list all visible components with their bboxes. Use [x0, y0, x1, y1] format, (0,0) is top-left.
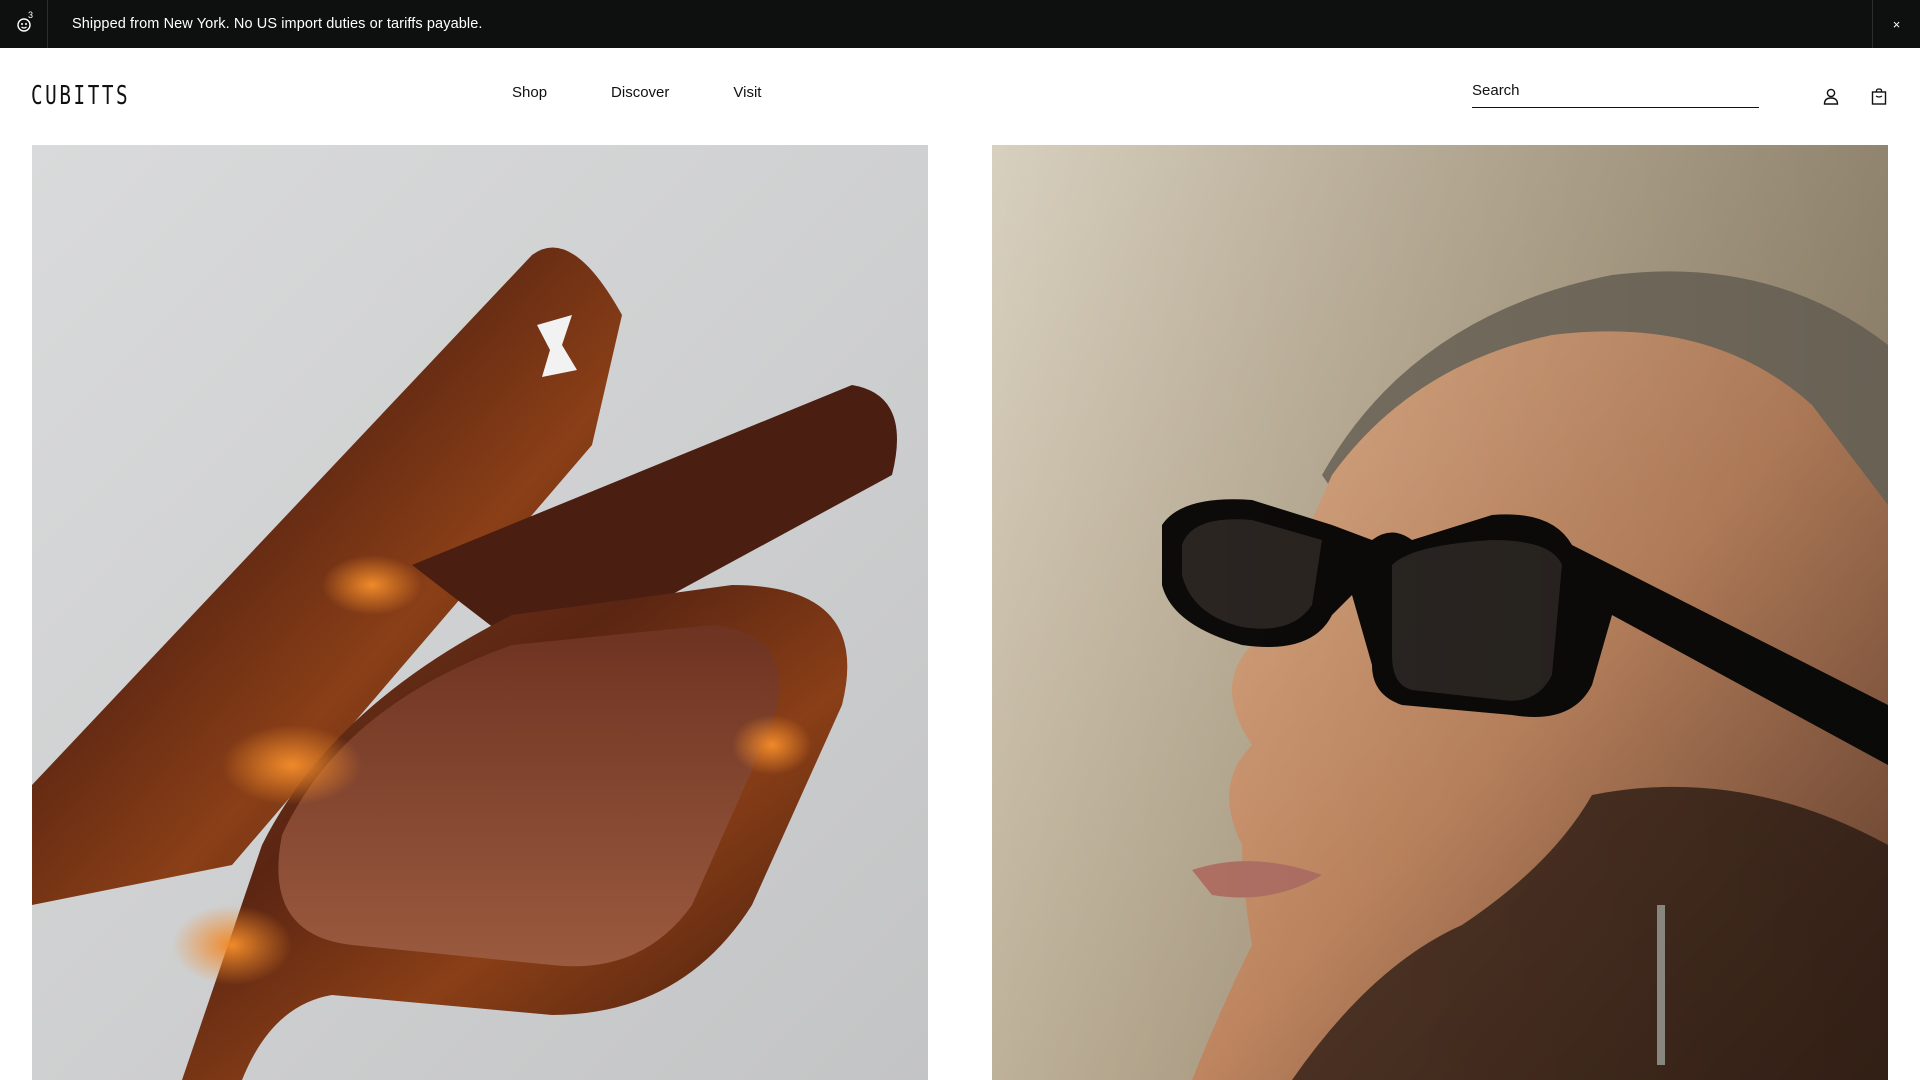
nav-item-discover[interactable]: Discover: [611, 84, 669, 101]
announcement-bar: 3 Shipped from New York. No US import du…: [0, 0, 1920, 48]
portrait-sunglasses-image: [992, 145, 1888, 1080]
account-button[interactable]: [1821, 86, 1841, 106]
close-icon: ×: [1892, 16, 1901, 32]
search-box: [1472, 82, 1759, 108]
announcement-message: Shipped from New York. No US import duti…: [72, 16, 483, 32]
hero-image-portrait[interactable]: [992, 145, 1888, 1080]
bag-button[interactable]: [1869, 86, 1889, 106]
search-input[interactable]: [1472, 82, 1759, 99]
accessibility-badge: 3: [28, 10, 34, 20]
accessibility-button[interactable]: 3: [0, 0, 48, 48]
site-header: CUBITTS Shop Discover Visit: [0, 48, 1920, 144]
logo[interactable]: CUBITTS: [31, 83, 130, 109]
nav-item-shop[interactable]: Shop: [512, 84, 547, 101]
nav-item-visit[interactable]: Visit: [733, 84, 761, 101]
tortoiseshell-sunglasses-image: [32, 247, 897, 1080]
bag-icon: [1871, 87, 1887, 105]
hero-image-sunglasses[interactable]: [32, 145, 928, 1080]
account-icon: [1823, 88, 1839, 105]
close-announcement-button[interactable]: ×: [1872, 0, 1920, 48]
main-nav: Shop Discover Visit: [512, 84, 825, 101]
